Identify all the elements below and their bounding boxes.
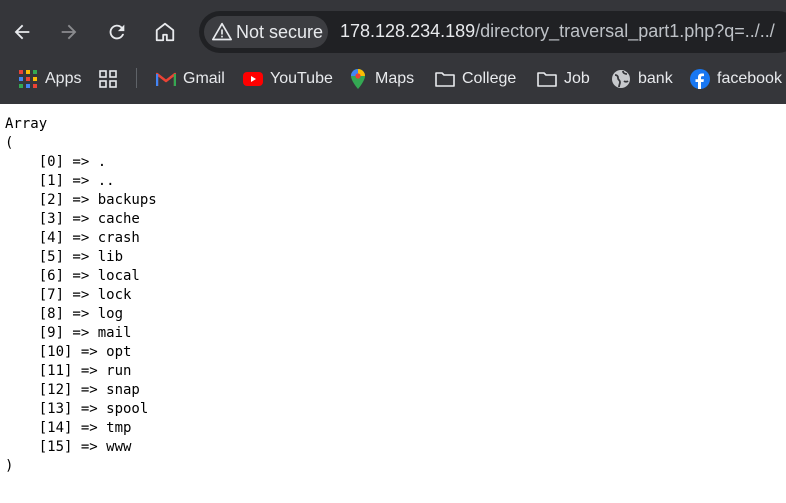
bookmark-youtube[interactable]: YouTube <box>243 66 333 92</box>
bookmark-label: Apps <box>45 70 82 87</box>
output-line: [7] => lock <box>5 287 132 303</box>
url-path: /directory_traversal_part1.php?q=../../ <box>475 21 775 41</box>
bookmark-label: College <box>462 70 517 87</box>
address-bar[interactable]: Not secure 178.128.234.189/directory_tra… <box>199 11 786 53</box>
folder-icon <box>537 69 557 89</box>
bookmark-gmail[interactable]: Gmail <box>156 66 225 92</box>
bookmark-apps[interactable]: Apps <box>18 66 81 92</box>
output-line: [10] => opt <box>5 344 132 360</box>
output-line: [11] => run <box>5 363 132 379</box>
home-button[interactable] <box>147 14 183 50</box>
bookmarks-bar: Apps Gmail YouTube Maps College Job bank… <box>0 64 786 94</box>
back-button[interactable] <box>4 14 40 50</box>
browser-toolbar: Not secure 178.128.234.189/directory_tra… <box>0 0 786 104</box>
tab-groups-icon <box>98 69 118 89</box>
bookmark-job[interactable]: Job <box>537 66 590 92</box>
output-line: [2] => backups <box>5 192 157 208</box>
security-label: Not secure <box>236 21 324 42</box>
output-line: [13] => spool <box>5 401 149 417</box>
output-line: [15] => www <box>5 439 132 455</box>
bookmark-label: Maps <box>375 70 415 87</box>
bookmark-label: YouTube <box>270 70 333 87</box>
bookmark-label: Gmail <box>183 70 225 87</box>
navigation-row: Not secure 178.128.234.189/directory_tra… <box>0 0 786 64</box>
output-line: [12] => snap <box>5 382 140 398</box>
bookmark-college[interactable]: College <box>435 66 516 92</box>
url-text[interactable]: 178.128.234.189/directory_traversal_part… <box>340 21 775 42</box>
globe-icon <box>611 69 631 89</box>
bookmark-facebook[interactable]: facebook <box>690 66 782 92</box>
security-chip[interactable]: Not secure <box>204 16 328 48</box>
output-line: [14] => tmp <box>5 420 132 436</box>
output-line: [8] => log <box>5 306 124 322</box>
output-line: ( <box>5 135 14 151</box>
output-line: [4] => crash <box>5 230 140 246</box>
output-line: [6] => local <box>5 268 140 284</box>
apps-grid-icon <box>18 69 38 89</box>
warning-triangle-icon <box>212 22 232 41</box>
back-arrow-icon <box>14 24 30 40</box>
output-line: [5] => lib <box>5 249 124 265</box>
youtube-icon <box>243 69 263 89</box>
reload-button[interactable] <box>99 14 135 50</box>
maps-icon <box>348 69 368 89</box>
home-icon <box>155 22 175 42</box>
url-host: 178.128.234.189 <box>340 21 476 41</box>
folder-icon <box>435 69 455 89</box>
php-print-r-output: Array ( [0] => . [1] => .. [2] => backups… <box>5 115 157 476</box>
bookmark-separator <box>136 68 137 88</box>
output-line: [3] => cache <box>5 211 140 227</box>
bookmark-label: bank <box>638 70 673 87</box>
reload-icon <box>109 24 125 40</box>
bookmark-maps[interactable]: Maps <box>348 66 414 92</box>
tab-groups-button[interactable] <box>98 66 125 92</box>
output-line: [9] => mail <box>5 325 132 341</box>
bookmark-label: facebook <box>717 70 782 87</box>
bookmark-label: Job <box>564 70 590 87</box>
forward-button[interactable] <box>51 14 87 50</box>
output-line: Array <box>5 116 48 132</box>
output-line: ) <box>5 458 14 474</box>
forward-arrow-icon <box>61 24 77 40</box>
output-line: [1] => .. <box>5 173 115 189</box>
facebook-icon <box>690 69 710 89</box>
output-line: [0] => . <box>5 154 107 170</box>
gmail-icon <box>156 69 176 89</box>
bookmark-bank[interactable]: bank <box>611 66 673 92</box>
